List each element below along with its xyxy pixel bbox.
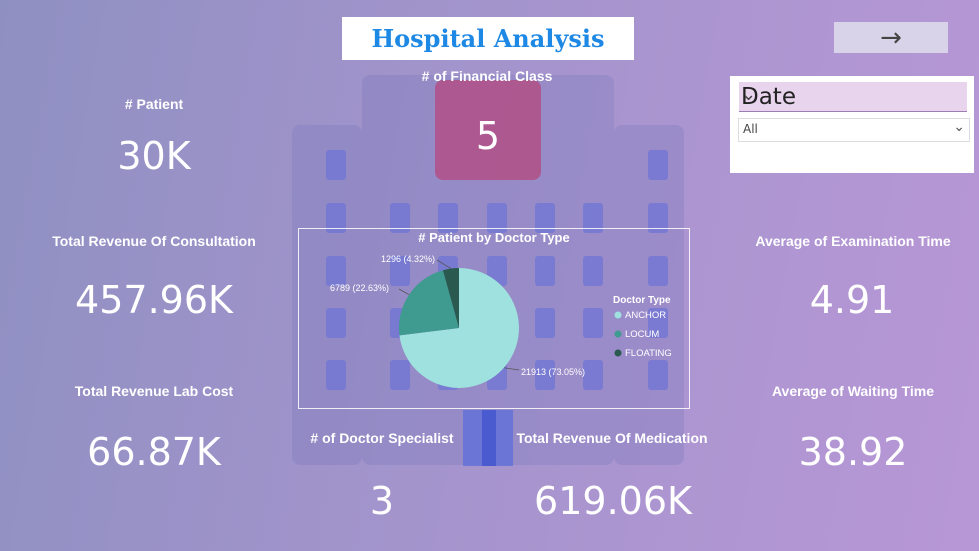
- date-slicer-header[interactable]: Date ⌄: [739, 82, 967, 112]
- leader-line: [398, 288, 410, 296]
- kpi-financial-class-label: # of Financial Class: [421, 68, 553, 84]
- page-title-box: Hospital Analysis: [342, 17, 634, 60]
- legend-marker-floating: [614, 349, 622, 357]
- legend-marker-anchor: [614, 311, 622, 319]
- kpi-rev-lab-label: Total Revenue Lab Cost: [74, 383, 234, 399]
- legend-item-locum[interactable]: LOCUM: [625, 329, 659, 340]
- kpi-rev-medication-value: 619.06K: [534, 479, 692, 523]
- kpi-rev-medication-label: Total Revenue Of Medication: [516, 430, 708, 446]
- data-label-floating: 1296 (4.32%): [381, 254, 435, 264]
- leader-line: [503, 367, 520, 371]
- data-label-anchor: 21913 (73.05%): [521, 367, 585, 377]
- kpi-avg-wait-value: 38.92: [798, 430, 908, 474]
- kpi-doctor-specialist-value: 3: [369, 479, 395, 523]
- pie-chart-svg: 21913 (73.05%)6789 (22.63%)1296 (4.32%) …: [330, 254, 672, 388]
- kpi-avg-wait-label: Average of Waiting Time: [771, 383, 935, 399]
- page-title: Hospital Analysis: [371, 24, 605, 53]
- next-page-button[interactable]: →: [834, 22, 948, 53]
- date-slicer: Date ⌄ All ⌄: [730, 76, 974, 173]
- legend-item-floating[interactable]: FLOATING: [625, 348, 672, 359]
- chevron-down-icon[interactable]: ⌄: [953, 119, 965, 135]
- kpi-rev-consultation-value: 457.96K: [75, 278, 233, 322]
- kpi-avg-exam-value: 4.91: [809, 278, 895, 322]
- data-label-locum: 6789 (22.63%): [330, 283, 389, 293]
- kpi-financial-class-value: 5: [475, 114, 501, 158]
- arrow-right-icon: →: [880, 22, 902, 53]
- chevron-down-icon[interactable]: ⌄: [741, 84, 963, 105]
- kpi-patient-value: 30K: [117, 134, 191, 178]
- building-window: [648, 150, 668, 180]
- kpi-patient-label: # Patient: [124, 96, 184, 112]
- legend-item-anchor[interactable]: ANCHOR: [625, 310, 666, 321]
- kpi-avg-exam-label: Average of Examination Time: [755, 233, 951, 249]
- kpi-rev-lab-value: 66.87K: [87, 430, 221, 474]
- chart-title: # Patient by Doctor Type: [418, 230, 570, 245]
- building-door-panel: [482, 410, 496, 466]
- legend-title: Doctor Type: [613, 295, 671, 306]
- legend-marker-locum: [614, 330, 622, 338]
- date-dropdown-value: All: [743, 122, 758, 136]
- building-window: [326, 150, 346, 180]
- date-dropdown[interactable]: All ⌄: [738, 118, 970, 142]
- doctor-type-chart: # Patient by Doctor Type 21913 (73.05%) 6…: [298, 228, 690, 409]
- kpi-doctor-specialist-label: # of Doctor Specialist: [310, 430, 454, 446]
- kpi-rev-consultation-label: Total Revenue Of Consultation: [52, 233, 256, 249]
- leader-line: [436, 259, 452, 269]
